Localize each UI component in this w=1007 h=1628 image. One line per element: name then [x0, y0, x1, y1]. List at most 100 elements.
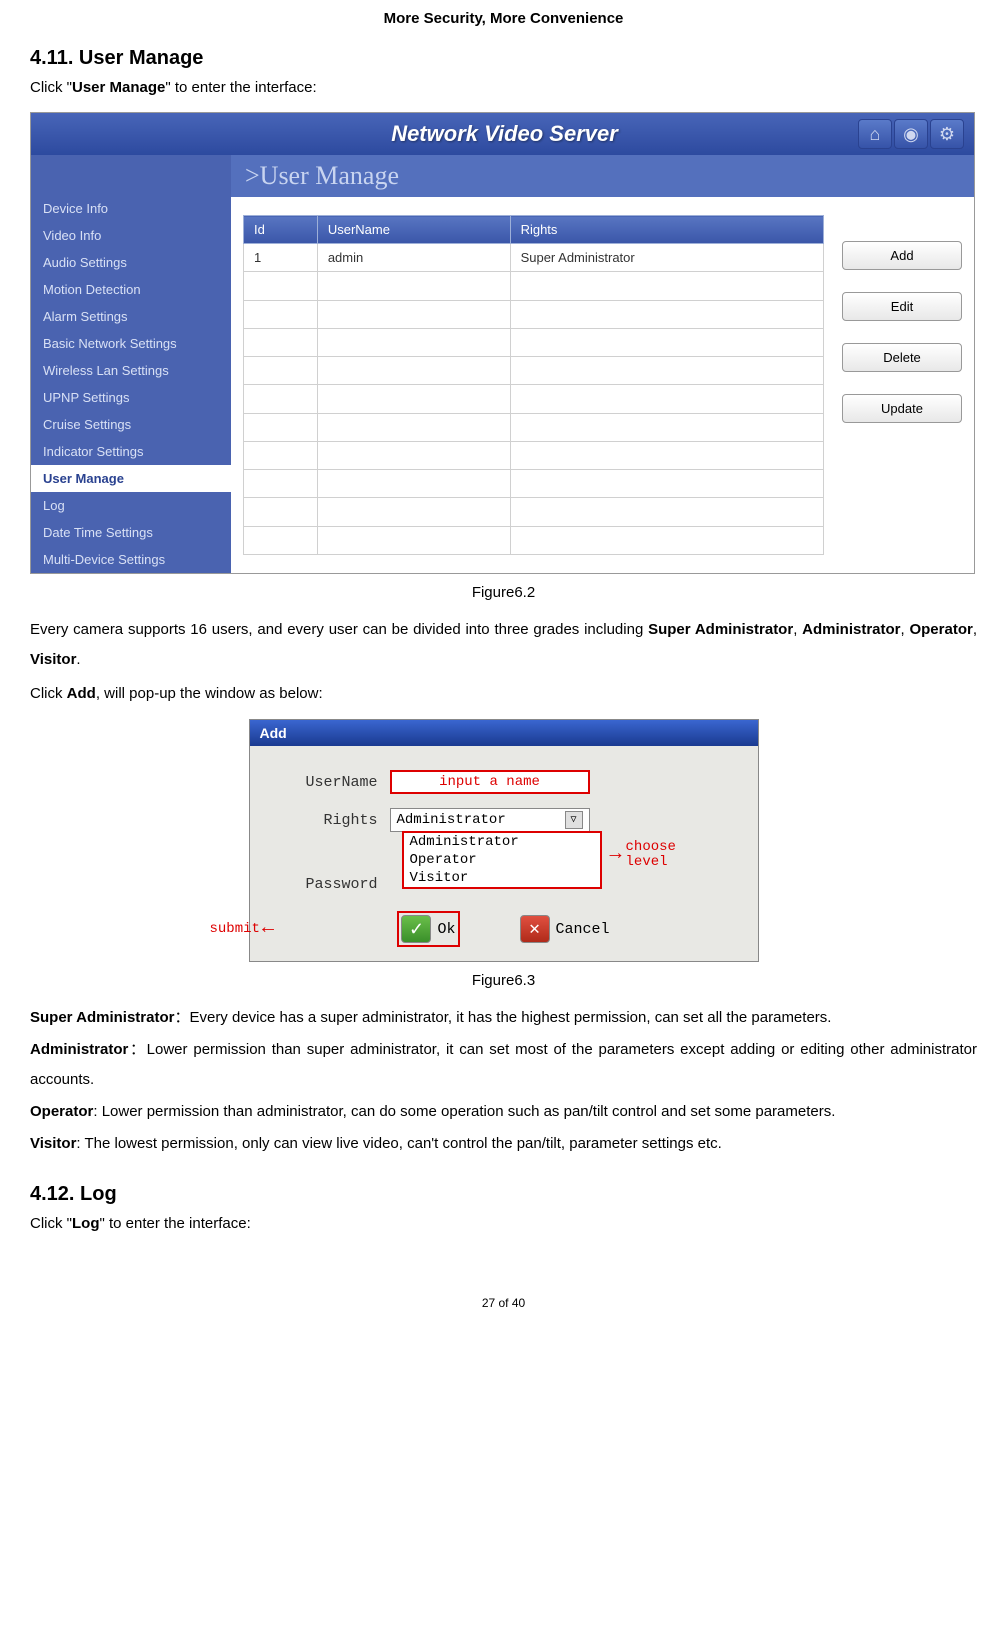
add-button[interactable]: Add [842, 241, 962, 270]
text: . [76, 651, 80, 668]
figure-caption-63: Figure6.3 [30, 972, 977, 989]
sidebar-item[interactable]: UPNP Settings [31, 384, 231, 411]
sidebar-item[interactable]: Cruise Settings [31, 411, 231, 438]
role-label: Operator [30, 1103, 93, 1120]
app-titlebar: Network Video Server ⌂ ◉ ⚙ [31, 113, 974, 155]
table-row-empty [244, 526, 824, 554]
screenshot-add-dialog: Add UserName Rights Administrator ▽ Admi… [249, 719, 759, 962]
action-buttons: Add Edit Delete Update [842, 215, 962, 555]
paragraph-add: Click Add, will pop-up the window as bel… [30, 679, 977, 709]
titlebar-icons: ⌂ ◉ ⚙ [858, 119, 964, 149]
text: Every camera supports 16 users, and ever… [30, 621, 648, 638]
ok-button[interactable]: Ok [437, 921, 455, 938]
page-header: More Security, More Convenience [30, 10, 977, 27]
text-bold: Super Administrator [648, 621, 793, 638]
text-bold: Visitor [30, 651, 76, 668]
close-icon: ✕ [520, 915, 550, 943]
sidebar: Device InfoVideo InfoAudio SettingsMotio… [31, 155, 231, 573]
sidebar-item[interactable]: Multi-Device Settings [31, 546, 231, 573]
text: , will pop-up the window as below: [96, 685, 323, 702]
cancel-button[interactable]: ✕ Cancel [520, 911, 610, 947]
table-cell [510, 328, 823, 356]
dropdown-option[interactable]: Operator [404, 851, 600, 869]
table-header: Id [244, 216, 318, 244]
arrow-left-icon: → [262, 919, 274, 939]
table-cell [244, 300, 318, 328]
table-cell [317, 441, 510, 469]
table-row-empty [244, 385, 824, 413]
sidebar-item[interactable]: Wireless Lan Settings [31, 357, 231, 384]
home-icon[interactable]: ⌂ [858, 119, 892, 149]
ok-button-box: ✓ Ok [397, 911, 459, 947]
sidebar-item[interactable]: Date Time Settings [31, 519, 231, 546]
rights-dropdown[interactable]: AdministratorOperatorVisitor [402, 831, 602, 889]
submit-annotation: submit → [210, 919, 274, 939]
username-row: UserName [260, 770, 748, 794]
table-cell [317, 357, 510, 385]
table-row-empty [244, 441, 824, 469]
table-row-empty [244, 328, 824, 356]
table-cell [317, 272, 510, 300]
table-cell [317, 300, 510, 328]
table-cell [244, 385, 318, 413]
role-text: : Lower permission than administrator, c… [93, 1103, 835, 1120]
cancel-label: Cancel [556, 921, 610, 938]
sidebar-item[interactable]: Basic Network Settings [31, 330, 231, 357]
text: " to enter the interface: [100, 1215, 251, 1232]
page-number: 27 of 40 [30, 1296, 977, 1310]
sidebar-item[interactable]: Device Info [31, 195, 231, 222]
table-cell [317, 328, 510, 356]
text: , [973, 621, 977, 638]
app-title: Network Video Server [391, 121, 618, 147]
role-text: ：Every device has a super administrator,… [174, 1009, 831, 1026]
sidebar-item[interactable]: Alarm Settings [31, 303, 231, 330]
table-cell [244, 272, 318, 300]
sidebar-item[interactable]: User Manage [31, 465, 231, 492]
table-cell [510, 526, 823, 554]
text-bold: Operator [909, 621, 972, 638]
table-cell [317, 470, 510, 498]
table-cell [317, 498, 510, 526]
sidebar-item[interactable]: Motion Detection [31, 276, 231, 303]
edit-button[interactable]: Edit [842, 292, 962, 321]
table-cell [244, 413, 318, 441]
delete-button[interactable]: Delete [842, 343, 962, 372]
sidebar-item[interactable]: Video Info [31, 222, 231, 249]
sidebar-item[interactable]: Log [31, 492, 231, 519]
table-cell [244, 470, 318, 498]
check-icon[interactable]: ✓ [401, 915, 431, 943]
dialog-title: Add [250, 720, 758, 746]
dropdown-option[interactable]: Visitor [404, 869, 600, 887]
table-cell [510, 300, 823, 328]
rights-select[interactable]: Administrator ▽ [390, 808, 590, 832]
table-cell [510, 441, 823, 469]
table-cell [510, 413, 823, 441]
table-cell [510, 272, 823, 300]
text-bold: Administrator [802, 621, 900, 638]
table-row[interactable]: 1adminSuper Administrator [244, 244, 824, 272]
table-cell [244, 328, 318, 356]
role-operator: Operator: Lower permission than administ… [30, 1097, 977, 1127]
text: , [793, 621, 802, 638]
username-input[interactable] [390, 770, 590, 794]
rights-row: Rights Administrator ▽ AdministratorOper… [260, 808, 748, 832]
table-cell: admin [317, 244, 510, 272]
table-cell [317, 413, 510, 441]
dropdown-icon[interactable]: ▽ [565, 811, 583, 829]
sidebar-item[interactable]: Audio Settings [31, 249, 231, 276]
table-header: UserName [317, 216, 510, 244]
dropdown-option[interactable]: Administrator [404, 833, 600, 851]
choose-level-annotation: → chooselevel [610, 840, 676, 871]
password-label: Password [260, 876, 390, 893]
sidebar-item[interactable]: Indicator Settings [31, 438, 231, 465]
heading-411: 4.11. User Manage [30, 47, 977, 70]
table-row-empty [244, 272, 824, 300]
rights-value: Administrator [397, 812, 506, 828]
role-label: Super Administrator [30, 1009, 174, 1026]
gear-icon[interactable]: ⚙ [930, 119, 964, 149]
role-admin: Administrator：Lower permission than supe… [30, 1035, 977, 1095]
update-button[interactable]: Update [842, 394, 962, 423]
table-cell [317, 385, 510, 413]
arrow-right-icon: → [610, 845, 622, 865]
reel-icon[interactable]: ◉ [894, 119, 928, 149]
